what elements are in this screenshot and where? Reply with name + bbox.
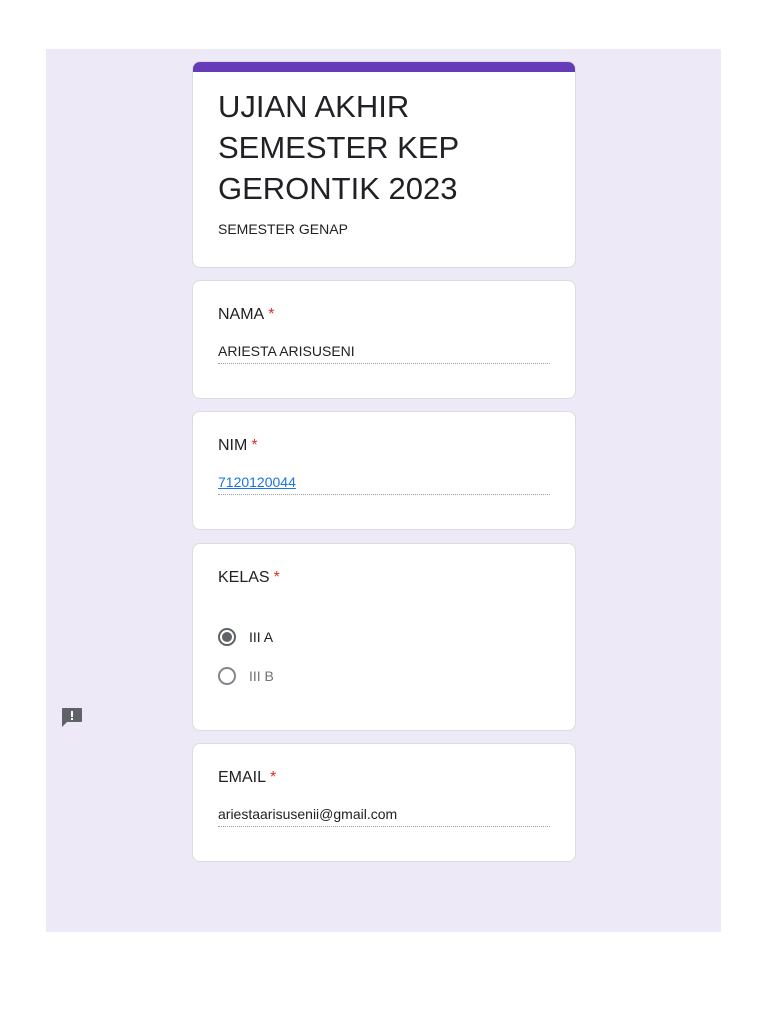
form-header-card: UJIAN AKHIR SEMESTER KEP GERONTIK 2023 S… [192, 61, 576, 268]
email-answer: ariestaarisusenii@gmail.com [218, 806, 550, 827]
radio-dot [222, 632, 232, 642]
question-title: KELAS [218, 569, 270, 586]
form-title: UJIAN AKHIR SEMESTER KEP GERONTIK 2023 [218, 89, 459, 206]
required-asterisk: * [268, 306, 275, 323]
question-label-nim: NIM * [218, 437, 258, 455]
radio-option-iii-b[interactable]: III B [218, 665, 274, 687]
radio-label-iii-a: III A [249, 629, 274, 645]
question-label-kelas: KELAS * [218, 569, 280, 587]
form-description: SEMESTER GENAP [218, 221, 348, 237]
radio-unchecked-icon[interactable] [218, 667, 236, 685]
required-asterisk: * [270, 769, 277, 786]
required-asterisk: * [251, 437, 258, 454]
radio-checked-icon[interactable] [218, 628, 236, 646]
question-label-nama: NAMA * [218, 306, 274, 324]
nim-answer-link[interactable]: 7120120044 [218, 474, 550, 495]
question-label-email: EMAIL * [218, 769, 276, 787]
radio-label-iii-b: III B [249, 668, 274, 684]
required-asterisk: * [273, 569, 280, 586]
header-accent-bar [193, 62, 575, 72]
nama-answer: ARIESTA ARISUSENI [218, 343, 550, 364]
question-card-nim: NIM * 7120120044 [192, 411, 576, 530]
question-title: NIM [218, 437, 248, 454]
question-title: EMAIL [218, 769, 267, 786]
feedback-icon-svg [62, 708, 82, 727]
question-title: NAMA [218, 306, 265, 323]
question-card-kelas: KELAS * III A III B [192, 543, 576, 731]
report-feedback-icon[interactable] [61, 707, 83, 728]
question-card-nama: NAMA * ARIESTA ARISUSENI [192, 280, 576, 399]
question-card-email: EMAIL * ariestaarisusenii@gmail.com [192, 743, 576, 862]
radio-option-iii-a[interactable]: III A [218, 626, 273, 648]
